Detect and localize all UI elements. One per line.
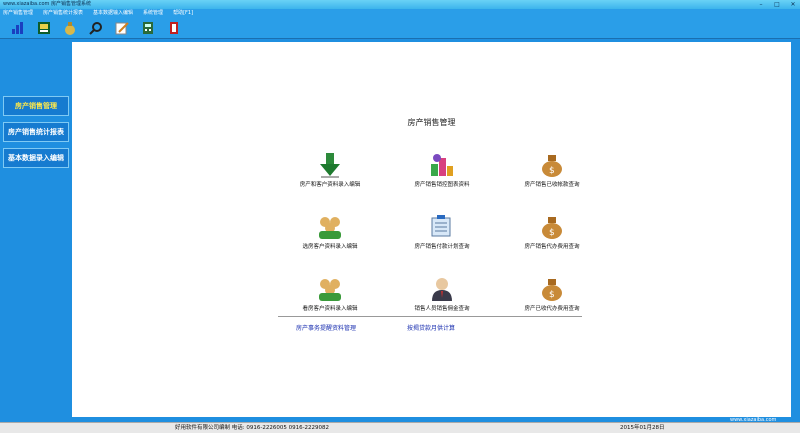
- menu-system[interactable]: 系统管理: [143, 9, 163, 17]
- status-date: 2015年01月28日: [620, 425, 665, 431]
- minimize-button[interactable]: –: [756, 0, 766, 9]
- page-title: 房产销售管理: [407, 118, 456, 127]
- svg-text:$: $: [549, 290, 555, 300]
- function-property-customer-entry[interactable]: 房产和客户资料录入编辑: [270, 152, 390, 188]
- window-title: www.xiazaiba.com 房产销售管理系统: [3, 1, 91, 7]
- download-arrow-icon: [316, 152, 344, 178]
- function-viewing-customer[interactable]: 看房客户资料录入编辑: [270, 276, 390, 312]
- exit-icon[interactable]: [167, 21, 181, 35]
- money-bag-icon: $: [538, 214, 566, 240]
- building-chart-icon: [428, 152, 456, 178]
- function-received-agency-fees[interactable]: $ 房产已收代办费用查询: [492, 276, 612, 312]
- menu-basic-data[interactable]: 基本数据输入编辑: [93, 9, 133, 17]
- divider: [278, 316, 582, 317]
- money-bag-icon[interactable]: [63, 21, 77, 35]
- function-payment-plan[interactable]: 房产销售付款计划查询: [382, 214, 502, 250]
- function-label: 选房客户资料录入编辑: [302, 244, 358, 250]
- certificate-icon[interactable]: [37, 21, 51, 35]
- status-company: 好用软件有限公司编制 电话: 0916-2226005 0916-2229082: [175, 425, 330, 431]
- menu-bar: 房产销售管理 房产销售统计报表 基本数据输入编辑 系统管理 帮助[F1]: [0, 9, 800, 17]
- maximize-button[interactable]: □: [772, 0, 782, 9]
- title-bar: www.xiazaiba.com 房产销售管理系统 – □ ✕: [0, 0, 800, 9]
- function-label: 房产销售销控图表资料: [414, 182, 470, 188]
- menu-sales[interactable]: 房产销售管理: [3, 9, 33, 17]
- money-bag-icon: $: [538, 276, 566, 302]
- search-icon[interactable]: [89, 21, 103, 35]
- toolbar: [0, 17, 800, 39]
- sidebar-item-reports[interactable]: 房产销售统计报表: [3, 122, 69, 142]
- link-reminders[interactable]: 房产事务提醒资料管理: [296, 323, 356, 332]
- sidebar-item-sales[interactable]: 房产销售管理: [3, 96, 69, 116]
- calculator-icon[interactable]: [141, 21, 155, 35]
- status-bar: 好用软件有限公司编制 电话: 0916-2226005 0916-2229082…: [0, 422, 800, 433]
- function-sales-control-chart[interactable]: 房产销售销控图表资料: [382, 152, 502, 188]
- svg-text:$: $: [549, 228, 555, 238]
- function-label: 房产销售代办费用查询: [524, 244, 580, 250]
- sidebar-nav: 房产销售管理 房产销售统计报表 基本数据录入编辑: [3, 96, 69, 174]
- link-mortgage-calculator[interactable]: 按揭贷款月供计算: [407, 323, 455, 332]
- function-house-selection-customer[interactable]: 选房客户资料录入编辑: [270, 214, 390, 250]
- window-controls: – □ ✕: [756, 0, 798, 9]
- sidebar-item-basic-data[interactable]: 基本数据录入编辑: [3, 148, 69, 168]
- function-label: 房产销售已收帐款查询: [524, 182, 580, 188]
- close-button[interactable]: ✕: [788, 0, 798, 9]
- function-label: 房产和客户资料录入编辑: [299, 182, 361, 188]
- watermark-logo: 下载吧: [665, 383, 745, 416]
- function-label: 房产已收代办费用查询: [524, 306, 580, 312]
- function-label: 看房客户资料录入编辑: [302, 306, 358, 312]
- main-panel: 房产销售管理 房产和客户资料录入编辑 房产销售销控图表资料 $ 房产销售已收帐款…: [72, 42, 791, 417]
- document-icon: [428, 214, 456, 240]
- function-label: 销售人员销售佣金查询: [414, 306, 470, 312]
- people-group-icon: [316, 214, 344, 240]
- function-label: 房产销售付款计划查询: [414, 244, 470, 250]
- function-received-payments[interactable]: $ 房产销售已收帐款查询: [492, 152, 612, 188]
- svg-text:$: $: [549, 166, 555, 176]
- people-group-icon: [316, 276, 344, 302]
- salesman-icon: [428, 276, 456, 302]
- edit-icon[interactable]: [115, 21, 129, 35]
- menu-help[interactable]: 帮助[F1]: [173, 9, 193, 17]
- function-agency-fees[interactable]: $ 房产销售代办费用查询: [492, 214, 612, 250]
- money-bag-icon: $: [538, 152, 566, 178]
- function-sales-commission[interactable]: 销售人员销售佣金查询: [382, 276, 502, 312]
- bar-chart-icon[interactable]: [11, 21, 25, 35]
- menu-reports[interactable]: 房产销售统计报表: [43, 9, 83, 17]
